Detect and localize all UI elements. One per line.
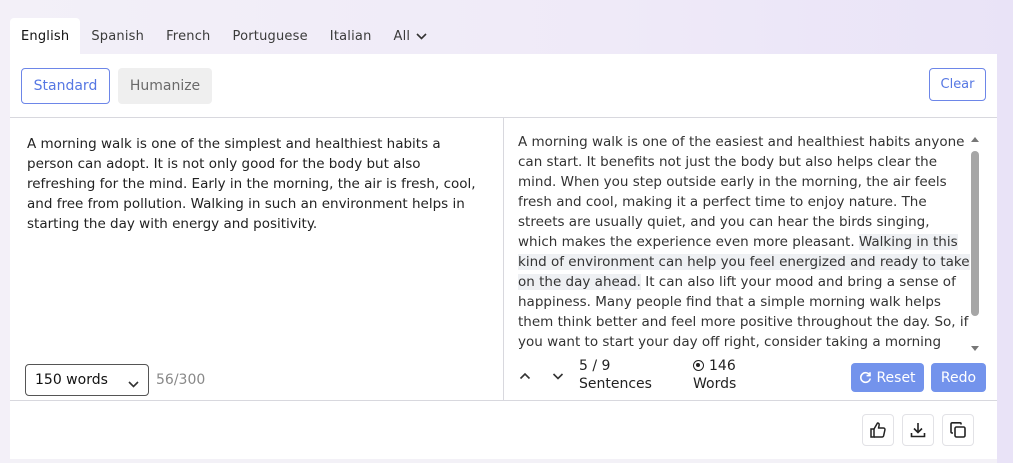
- paraphraser-card: Standard Humanize Clear A morning walk i…: [10, 54, 997, 459]
- download-icon: [909, 421, 927, 439]
- redo-button[interactable]: Redo: [931, 363, 986, 392]
- words-label: Words: [693, 376, 737, 392]
- tab-label: English: [21, 28, 70, 44]
- reset-label: Reset: [876, 369, 916, 386]
- tab-portuguese[interactable]: Portuguese: [222, 18, 319, 54]
- word-limit-value: 150 words: [35, 372, 108, 388]
- scrollbar-thumb[interactable]: [971, 151, 979, 316]
- chevron-down-icon: [416, 32, 427, 40]
- tab-english[interactable]: English: [10, 18, 81, 54]
- scroll-down-arrow-icon[interactable]: [971, 346, 979, 351]
- tab-all[interactable]: All: [383, 18, 439, 54]
- language-tabs: English Spanish French Portuguese Italia…: [10, 18, 438, 54]
- card-bottom-edge: [10, 459, 997, 463]
- tab-french[interactable]: French: [155, 18, 221, 54]
- radio-dot-icon: [693, 360, 704, 371]
- input-word-count: 56/300: [156, 372, 206, 388]
- tab-label: Portuguese: [232, 28, 308, 44]
- tab-spanish[interactable]: Spanish: [80, 18, 155, 54]
- tab-italian[interactable]: Italian: [319, 18, 383, 54]
- copy-icon: [949, 421, 967, 439]
- humanize-mode-button[interactable]: Humanize: [118, 68, 212, 104]
- chevron-down-icon[interactable]: [551, 368, 565, 382]
- download-button[interactable]: [902, 414, 934, 446]
- clear-button[interactable]: Clear: [929, 68, 986, 101]
- sentence-counter: 5 / 9 Sentences: [579, 357, 652, 393]
- sentences-label: Sentences: [579, 376, 652, 392]
- thumbs-up-button[interactable]: [862, 414, 894, 446]
- output-scrollbar[interactable]: [968, 134, 982, 354]
- mode-toolbar: Standard Humanize Clear: [10, 54, 997, 118]
- tab-label: French: [166, 28, 211, 44]
- pane-divider: [503, 118, 504, 401]
- words-count: 146: [709, 358, 736, 374]
- standard-mode-button[interactable]: Standard: [21, 68, 110, 104]
- chevron-down-icon: [128, 376, 139, 392]
- thumbs-up-icon: [869, 421, 887, 439]
- chevron-up-icon[interactable]: [518, 368, 532, 382]
- refresh-icon: [859, 371, 876, 384]
- output-word-counter: 146 Words: [693, 357, 736, 393]
- copy-button[interactable]: [942, 414, 974, 446]
- reset-button[interactable]: Reset: [851, 363, 924, 392]
- output-text: A morning walk is one of the easiest and…: [518, 132, 970, 352]
- tab-label: Spanish: [91, 28, 145, 44]
- input-textarea[interactable]: A morning walk is one of the simplest an…: [27, 134, 477, 234]
- scroll-up-arrow-icon[interactable]: [971, 137, 979, 142]
- footer-divider: [10, 400, 997, 401]
- word-limit-select[interactable]: 150 words: [25, 364, 149, 396]
- output-text-part: A morning walk is one of the easiest and…: [518, 134, 965, 250]
- tab-label: Italian: [329, 28, 372, 44]
- tab-label: All: [393, 28, 411, 44]
- sentences-count: 5 / 9: [579, 358, 611, 374]
